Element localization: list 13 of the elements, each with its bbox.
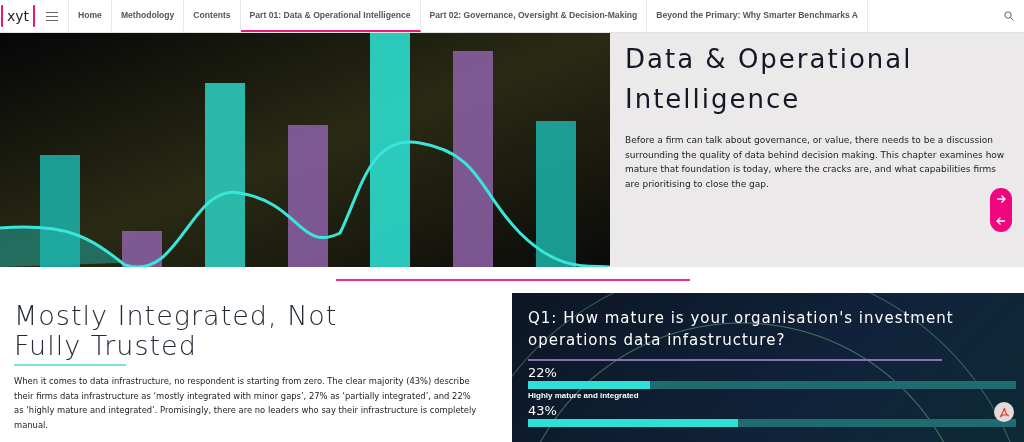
hero-title: Data & Operational Intelligence bbox=[625, 43, 914, 116]
nav-tab[interactable]: Part 01: Data & Operational Intelligence bbox=[240, 0, 421, 32]
answer-label: Highly mature and integrated bbox=[528, 391, 640, 400]
answer-percent: 43% bbox=[528, 403, 557, 419]
answer-percent: 22% bbox=[528, 365, 557, 381]
section-title: Mostly Integrated, Not Fully Trusted bbox=[14, 301, 339, 361]
pdf-icon[interactable] bbox=[994, 402, 1014, 422]
previous-arrow-icon[interactable] bbox=[996, 216, 1006, 226]
poll-question: Q1: How mature is your organisation's investment operations data infastructure? bbox=[528, 308, 955, 351]
hero-text: Before a firm can talk about governance, or value, there needs to be a discussion surrounding the quality of data behind decision making. This chapter examines how mature that foundation is today, where the cracks are, and what capabilities firms are prioritising to close the gap. bbox=[625, 134, 1006, 191]
next-arrow-icon[interactable] bbox=[996, 194, 1006, 204]
logo[interactable]: xyt bbox=[1, 5, 35, 27]
section-text: When it comes to data infrastructure, no respondent is starting from zero. The clear majority (43%) describe their firms data infrastructure as ‘mostly integrated with minor gaps’, 27% as ‘partially integrated’, and 22% as ‘highly mature and integrated’. Promisingly, there are no leaders who say their infrastructure is completely manual. bbox=[14, 375, 478, 432]
